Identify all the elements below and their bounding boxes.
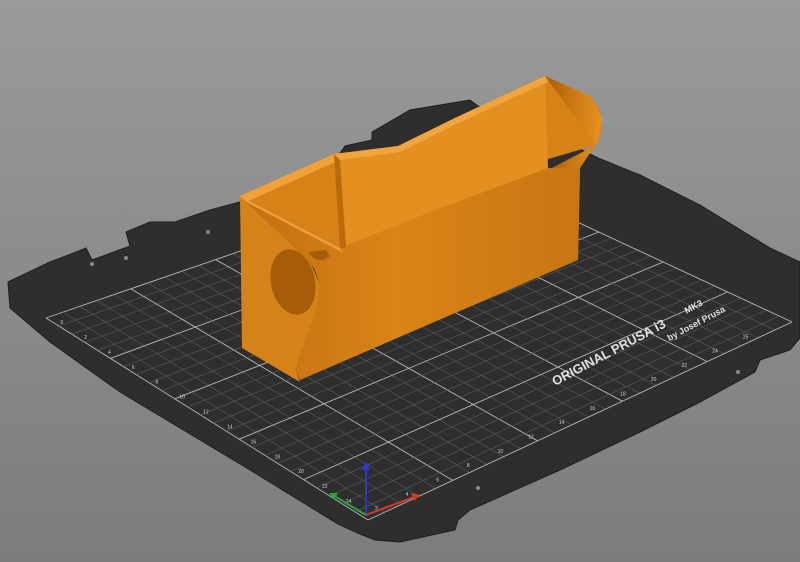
- ruler-x-label: 4: [108, 350, 111, 356]
- mount-hole: [476, 486, 480, 490]
- ruler-y-label: 12: [528, 434, 534, 440]
- ruler-y-label: 24: [712, 349, 718, 355]
- scene-canvas[interactable]: 024681012141618202224 246810121416182022…: [0, 0, 800, 562]
- mount-hole: [736, 370, 740, 374]
- 3d-viewport[interactable]: 0 2 4 6 8 10 12 14 16 18 20 22 24 2 4 6 8 10 12 14 16 18 20 22…: [0, 0, 800, 562]
- ruler-x-label: 8: [156, 380, 159, 386]
- ruler-y-label: 4: [406, 492, 409, 498]
- ruler-y-label: 20: [651, 377, 657, 383]
- ruler-y-label: 22: [682, 363, 688, 369]
- ruler-x-label: 18: [274, 454, 280, 460]
- mount-hole: [124, 256, 128, 260]
- ruler-y-label: 16: [590, 406, 596, 412]
- ruler-y-label: 25: [743, 334, 749, 340]
- ruler-y-label: 6: [436, 477, 439, 483]
- ruler-x-label: 14: [227, 424, 233, 430]
- ruler-x-label: 2: [84, 335, 87, 341]
- ruler-x-label: 20: [298, 469, 304, 475]
- ruler-x-label: 10: [179, 395, 185, 401]
- ruler-y-label: 18: [620, 392, 626, 398]
- ruler-y-label: 14: [559, 420, 565, 426]
- mount-hole: [90, 262, 94, 266]
- ruler-x-label: 6: [132, 365, 135, 371]
- ruler-x-label: 16: [251, 439, 257, 445]
- ruler-x-label: 0: [60, 320, 63, 326]
- ruler-x-label: 12: [203, 410, 209, 416]
- ruler-x-label: 22: [322, 484, 328, 490]
- ruler-y-label: 8: [467, 463, 470, 469]
- mount-hole: [206, 230, 210, 234]
- ruler-y-label: 10: [498, 449, 504, 455]
